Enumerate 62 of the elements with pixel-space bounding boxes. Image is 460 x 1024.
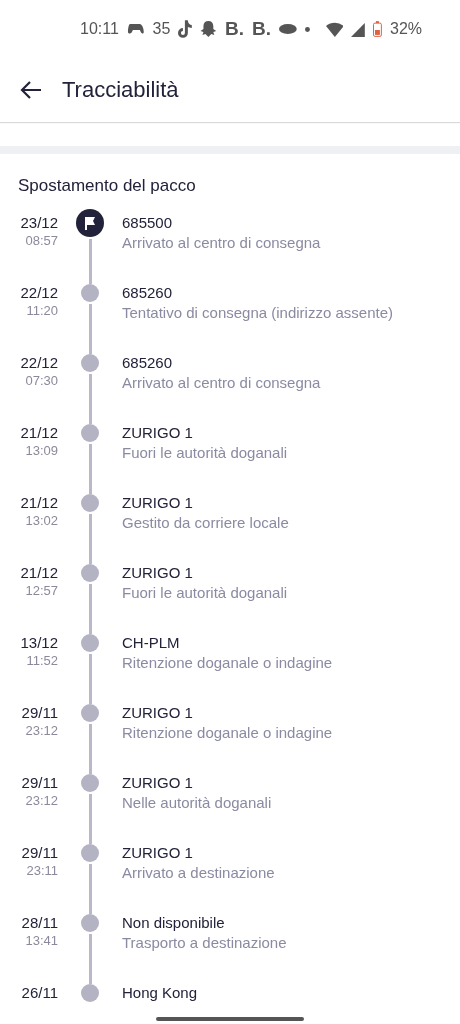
event-location: ZURIGO 1 bbox=[122, 564, 194, 582]
event-time: 23:12 bbox=[25, 722, 58, 740]
event-date: 29/11 bbox=[21, 844, 58, 862]
event-status: Tentativo di consegna (indirizzo assente) bbox=[122, 303, 393, 323]
event-time: 12:57 bbox=[25, 582, 58, 600]
screen-title: Tracciabilità bbox=[62, 77, 179, 103]
event-status: Ritenzione doganale o indagine bbox=[122, 653, 333, 673]
event-date: 21/12 bbox=[20, 424, 58, 442]
battery-percentage: 32% bbox=[390, 20, 422, 38]
wifi-icon bbox=[325, 21, 344, 37]
app-letter-icon: B. bbox=[251, 18, 271, 40]
event-status: Fuori le autorità doganali bbox=[122, 443, 288, 463]
section-title: Spostamento del pacco bbox=[17, 175, 197, 197]
event-time: 07:30 bbox=[25, 372, 58, 390]
event-status: Ritenzione doganale o indagine bbox=[122, 723, 333, 743]
signal-icon bbox=[351, 21, 366, 37]
event-location: CH-PLM bbox=[122, 634, 181, 652]
event-location: ZURIGO 1 bbox=[122, 704, 194, 722]
gamepad-icon bbox=[126, 22, 145, 36]
dot-icon bbox=[304, 26, 310, 32]
event-location: 685260 bbox=[122, 284, 174, 302]
clock: 10:11 bbox=[80, 20, 119, 38]
event-date: 22/12 bbox=[20, 354, 58, 372]
event-date: 26/11 bbox=[21, 984, 58, 1002]
event-location: ZURIGO 1 bbox=[122, 494, 194, 512]
disc-icon bbox=[278, 24, 297, 34]
music-note-icon bbox=[178, 20, 193, 38]
event-location: Non disponibile bbox=[122, 914, 226, 932]
event-date: 22/12 bbox=[20, 284, 58, 302]
event-time: 13:09 bbox=[25, 442, 58, 460]
event-time: 13:41 bbox=[25, 932, 58, 950]
event-date: 23/12 bbox=[20, 214, 58, 232]
event-date: 21/12 bbox=[20, 564, 58, 582]
event-location: ZURIGO 1 bbox=[122, 774, 194, 792]
event-location: 685260 bbox=[122, 354, 174, 372]
event-date: 13/12 bbox=[20, 634, 58, 652]
event-status: Fuori le autorità doganali bbox=[122, 583, 288, 603]
event-time: 23:12 bbox=[25, 792, 58, 810]
event-location: ZURIGO 1 bbox=[122, 844, 194, 862]
event-time: 11:20 bbox=[26, 302, 58, 320]
event-time: 23:11 bbox=[26, 862, 58, 880]
battery-icon bbox=[373, 21, 382, 37]
event-status: Nelle autorità doganali bbox=[122, 793, 272, 813]
ghost-icon bbox=[200, 20, 217, 38]
event-status: Arrivato a destinazione bbox=[122, 863, 275, 883]
event-status: Arrivato al centro di consegna bbox=[122, 233, 321, 253]
event-status: Trasporto a destinazione bbox=[122, 933, 287, 953]
event-location: ZURIGO 1 bbox=[122, 424, 194, 442]
event-location: Hong Kong bbox=[122, 984, 198, 1002]
event-date: 29/11 bbox=[21, 774, 58, 792]
event-date: 21/12 bbox=[20, 494, 58, 512]
event-status: Arrivato al centro di consegna bbox=[122, 373, 321, 393]
event-time: 08:57 bbox=[25, 232, 58, 250]
back-button[interactable] bbox=[20, 81, 42, 99]
event-date: 28/11 bbox=[21, 914, 58, 932]
event-location: 685500 bbox=[122, 214, 174, 232]
app-letter-icon: B. bbox=[224, 18, 244, 40]
event-time: 13:02 bbox=[25, 512, 58, 530]
event-time: 11:52 bbox=[26, 652, 58, 670]
notification-count: 35 bbox=[152, 20, 171, 38]
event-status: Gestito da corriere locale bbox=[122, 513, 289, 533]
event-date: 29/11 bbox=[21, 704, 58, 722]
